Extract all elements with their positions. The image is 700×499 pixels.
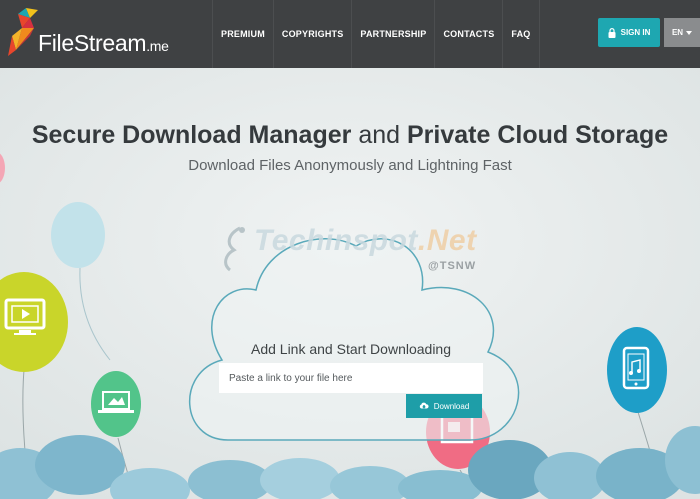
language-dropdown[interactable]: EN: [664, 18, 700, 47]
main-nav: PREMIUM COPYRIGHTS PARTNERSHIP CONTACTS …: [212, 0, 540, 68]
hero-title-connector: and: [351, 121, 407, 149]
logo-wordmark: FileStream.me: [38, 30, 169, 57]
lock-icon: [608, 27, 616, 38]
hero-title: Secure Download Manager and Private Clou…: [0, 121, 700, 150]
sign-in-label: SIGN IN: [620, 28, 651, 37]
logo-name: FileStream: [38, 30, 147, 56]
nav-partnership[interactable]: PARTNERSHIP: [351, 0, 434, 68]
link-input[interactable]: [219, 363, 483, 393]
nav-contacts[interactable]: CONTACTS: [434, 0, 502, 68]
filestream-logo[interactable]: FileStream.me: [4, 6, 174, 62]
caret-down-icon: [686, 30, 693, 35]
hero-subtitle: Download Files Anonymously and Lightning…: [188, 157, 512, 174]
logo-suffix: .me: [146, 38, 169, 54]
hero-title-part-1: Secure Download Manager: [31, 121, 352, 149]
watermark-name: Techinspot: [254, 224, 418, 257]
watermark-tag: @TSNW: [428, 260, 477, 272]
nav-copyrights[interactable]: COPYRIGHTS: [272, 0, 352, 68]
cloud-download-icon: [419, 402, 429, 409]
download-button-label: Download: [433, 401, 470, 411]
top-navigation-bar: FileStream.me PREMIUM COPYRIGHTS PARTNER…: [0, 0, 700, 68]
nav-premium[interactable]: PREMIUM: [212, 0, 273, 68]
sign-in-button[interactable]: SIGN IN: [598, 18, 660, 47]
download-button[interactable]: Download: [406, 394, 482, 418]
site-watermark: Techinspot.Net @TSNW: [212, 220, 490, 278]
watermark-figure-icon: [224, 226, 245, 272]
download-heading: Add Link and Start Downloading: [250, 341, 452, 357]
watermark-text: Techinspot.Net: [254, 224, 477, 258]
hero-title-part-2: Private Cloud Storage: [406, 121, 669, 149]
language-label: EN: [671, 28, 684, 37]
watermark-suffix: .Net: [417, 224, 477, 257]
nav-faq[interactable]: FAQ: [502, 0, 540, 68]
